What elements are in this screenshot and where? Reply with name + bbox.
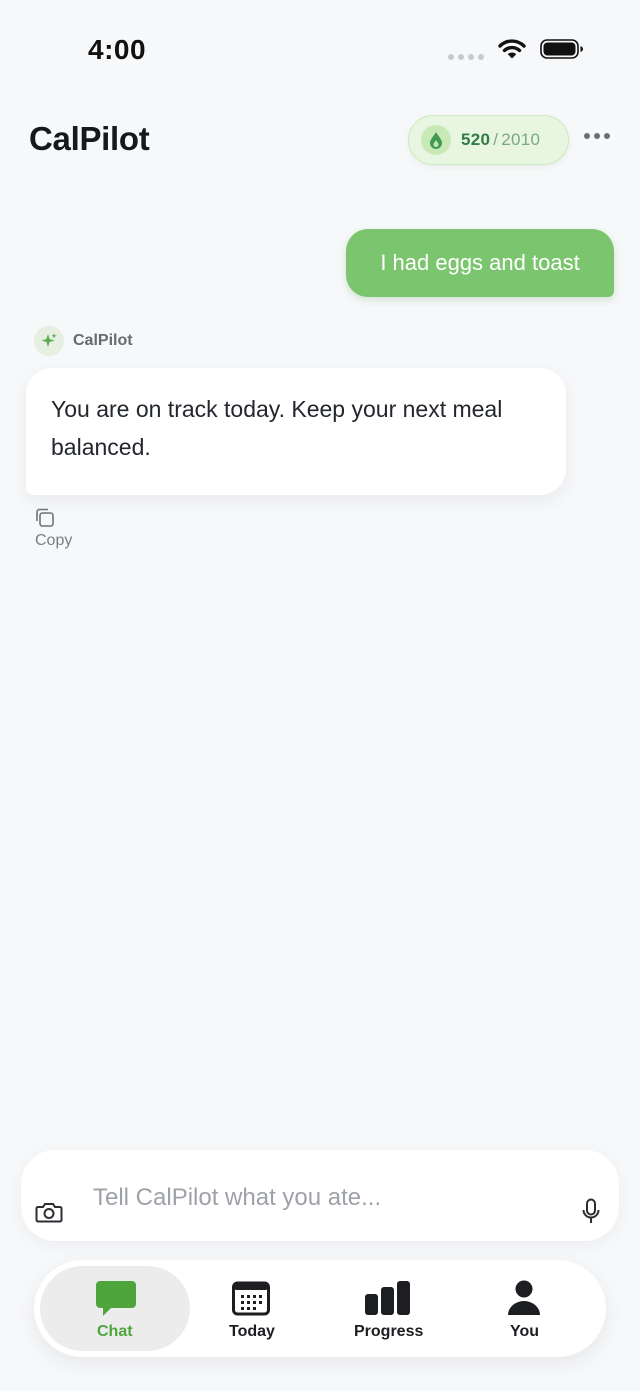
assistant-name: CalPilot bbox=[73, 332, 133, 349]
calendar-icon bbox=[232, 1281, 270, 1316]
bottom-tab-bar: Chat Today Progress You bbox=[34, 1260, 606, 1357]
sparkle-icon bbox=[34, 326, 64, 356]
status-time: 4:00 bbox=[88, 34, 147, 65]
battery-icon bbox=[540, 39, 583, 59]
calories-separator: / bbox=[493, 130, 499, 149]
bar-chart-icon bbox=[365, 1281, 410, 1315]
assistant-message-text: You are on track today. Keep your next m… bbox=[51, 396, 503, 460]
flame-icon bbox=[421, 125, 451, 155]
wifi-icon bbox=[498, 39, 526, 59]
calories-consumed: 520 bbox=[461, 130, 491, 149]
copy-button[interactable]: Copy bbox=[34, 508, 80, 549]
calories-goal: 2010 bbox=[501, 130, 541, 149]
tab-label-chat: Chat bbox=[97, 1323, 133, 1340]
app-title: CalPilot bbox=[29, 120, 150, 157]
copy-label: Copy bbox=[35, 532, 73, 549]
calorie-summary-pill[interactable]: 520/2010 bbox=[408, 115, 569, 165]
copy-icon bbox=[36, 508, 54, 527]
camera-button[interactable] bbox=[35, 1200, 63, 1229]
cellular-signal-icon bbox=[448, 54, 484, 60]
person-icon bbox=[508, 1280, 540, 1315]
food-log-input[interactable] bbox=[93, 1178, 563, 1218]
camera-icon bbox=[35, 1203, 63, 1223]
chat-bubble-icon bbox=[96, 1281, 136, 1316]
status-icons bbox=[448, 38, 584, 60]
tab-progress[interactable]: Progress bbox=[320, 1260, 456, 1357]
tab-label-today: Today bbox=[229, 1323, 275, 1340]
microphone-icon bbox=[582, 1198, 600, 1223]
tab-you[interactable]: You bbox=[456, 1260, 592, 1357]
microphone-button[interactable] bbox=[581, 1198, 601, 1231]
app-screen: 4:00 CalPilot 520/2010 I had eggs and to… bbox=[0, 0, 640, 1391]
tab-label-you: You bbox=[510, 1323, 540, 1340]
message-composer bbox=[21, 1150, 619, 1241]
calorie-count: 520/2010 bbox=[461, 130, 540, 150]
tab-today[interactable]: Today bbox=[184, 1260, 320, 1357]
tab-chat[interactable]: Chat bbox=[40, 1260, 190, 1357]
user-message-bubble: I had eggs and toast bbox=[346, 229, 614, 297]
assistant-message-bubble: You are on track today. Keep your next m… bbox=[26, 368, 566, 495]
more-options-icon[interactable] bbox=[584, 133, 610, 139]
tab-label-progress: Progress bbox=[354, 1323, 424, 1340]
